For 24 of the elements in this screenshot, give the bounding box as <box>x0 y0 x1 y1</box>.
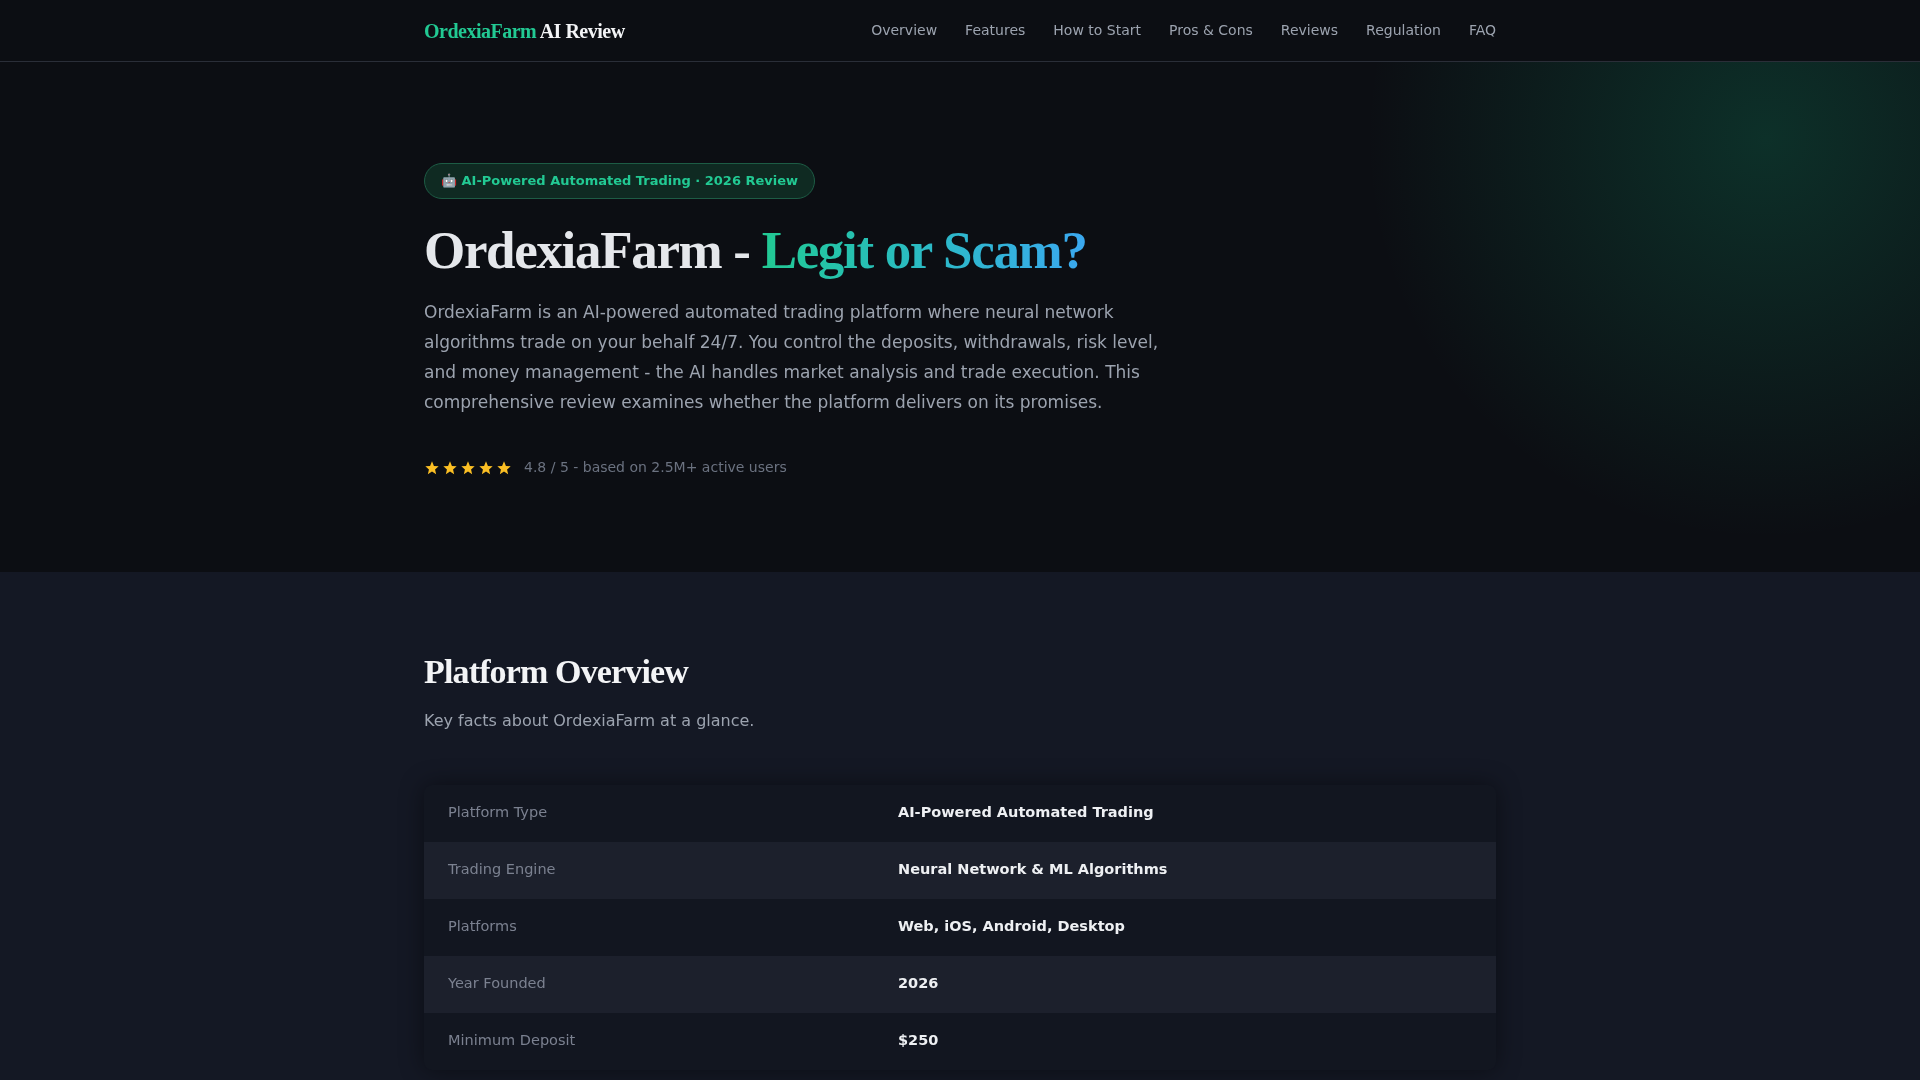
fact-label: Platform Type <box>447 803 549 823</box>
fact-value: Web, iOS, Android, Desktop <box>898 917 1125 937</box>
fact-label: Minimum Deposit <box>447 1031 577 1051</box>
section-subtitle: Key facts about OrdexiaFarm at a glance. <box>424 709 756 732</box>
page-title: OrdexiaFarm - Legit or Scam? <box>424 221 1088 280</box>
nav-link[interactable]: How to Start <box>1053 20 1141 41</box>
nav-link[interactable]: Overview <box>871 20 938 41</box>
fact-label: Year Founded <box>447 974 547 994</box>
fact-value: 2026 <box>898 974 939 994</box>
section-title: Platform Overview <box>424 652 690 692</box>
fact-label: Platforms <box>447 917 518 937</box>
rating-text: 4.8 / 5 - based on 2.5M+ active users <box>524 458 787 478</box>
intro-paragraph: OrdexiaFarm is an AI-powered automated trading platform where neural network algorithms trade on your behalf 24/7. You control the deposits, withdrawals, risk level, and money management - the AI handles market analysis and trade execution. This comprehensive review examines whether the platform delivers on its promises. <box>424 301 1160 415</box>
fact-label: Trading Engine <box>447 860 557 880</box>
fact-value: AI-Powered Automated Trading <box>898 803 1154 823</box>
nav-link[interactable]: Pros & Cons <box>1169 20 1253 41</box>
fact-value: Neural Network & ML Algorithms <box>898 860 1168 880</box>
nav-link[interactable]: Features <box>965 20 1026 41</box>
feature-badge: 🤖 AI-Powered Automated Trading · 2026 Review <box>424 163 816 199</box>
fact-value: $250 <box>898 1031 939 1051</box>
site-logo[interactable]: OrdexiaFarm AI Review <box>424 15 625 46</box>
nav-link[interactable]: Regulation <box>1366 20 1441 41</box>
nav-link[interactable]: Reviews <box>1280 20 1339 41</box>
nav-link[interactable]: FAQ <box>1468 20 1496 41</box>
